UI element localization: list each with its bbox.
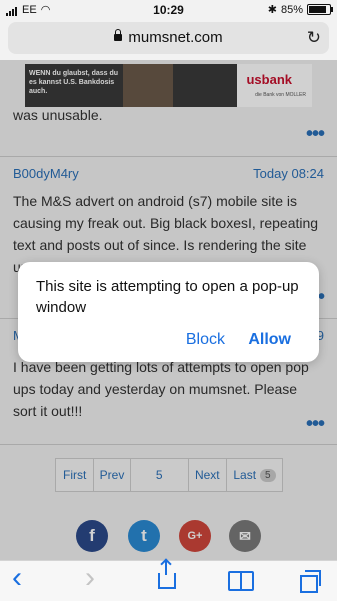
popup-dialog: This site is attempting to open a pop-up… [18,262,319,362]
bookmarks-icon[interactable] [228,567,254,591]
reload-icon[interactable]: ↻ [307,28,321,48]
popup-message: This site is attempting to open a pop-up… [36,278,299,316]
forward-icon[interactable]: › [85,561,95,595]
status-bar: EE ◠ 10:29 ✱ 85% [0,0,337,18]
url-text: mumsnet.com [128,29,223,46]
share-icon[interactable] [158,561,176,589]
tabs-icon[interactable] [300,567,321,593]
block-button[interactable]: Block [186,331,225,349]
battery-icon [307,4,333,15]
bluetooth-icon: ✱ [267,4,277,16]
browser-toolbar: ‹ › [0,560,337,601]
lock-icon [114,28,123,41]
allow-button[interactable]: Allow [248,331,291,349]
back-icon[interactable]: ‹ [12,561,22,595]
address-bar[interactable]: mumsnet.com ↻ [8,22,329,54]
battery-percent: 85% [280,3,303,16]
